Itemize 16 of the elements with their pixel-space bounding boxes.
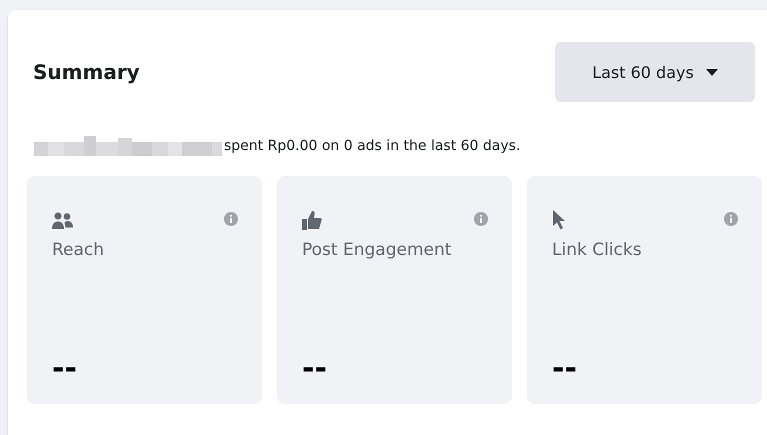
metric-label: Reach: [52, 239, 106, 262]
info-icon[interactable]: [724, 212, 738, 226]
date-range-dropdown[interactable]: Last 60 days: [555, 42, 755, 102]
caret-icon: [706, 68, 718, 76]
people-icon: [52, 212, 74, 230]
summary-title: Summary: [33, 60, 140, 84]
spend-summary-text: spent Rp0.00 on 0 ads in the last 60 days.: [224, 138, 520, 154]
cursor-icon: [552, 210, 566, 230]
metric-value: --: [52, 351, 77, 386]
info-icon[interactable]: [474, 212, 488, 226]
metric-value: --: [552, 351, 577, 386]
metric-label: Link Clicks: [552, 239, 643, 262]
info-icon[interactable]: [224, 212, 238, 226]
metric-value: --: [302, 351, 327, 386]
thumbs-up-icon: [302, 210, 322, 230]
metric-label: Post Engagement: [302, 239, 452, 262]
